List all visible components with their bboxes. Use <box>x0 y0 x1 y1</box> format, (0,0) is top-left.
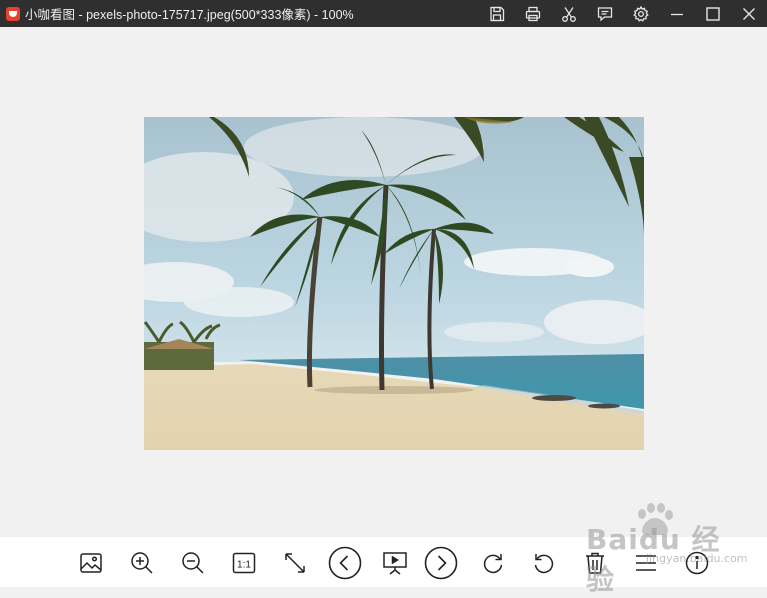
watermark-url: jingyan.baidu.com <box>646 552 748 565</box>
actual-size-button[interactable]: 1:1 <box>230 549 258 577</box>
zoom-out-button[interactable] <box>179 549 207 577</box>
rotate-left-button[interactable] <box>530 549 558 577</box>
beach-photo-image <box>144 117 644 450</box>
settings-button[interactable] <box>623 0 659 27</box>
minimize-icon <box>671 13 683 15</box>
minimize-button[interactable] <box>659 0 695 27</box>
picture-icon <box>80 553 102 573</box>
rotate-right-icon <box>483 554 503 574</box>
crop-button[interactable] <box>551 0 587 27</box>
fit-window-icon <box>285 553 305 573</box>
next-image-button[interactable] <box>424 546 458 580</box>
comment-button[interactable] <box>587 0 623 27</box>
title-actions <box>479 0 767 27</box>
beach-photo <box>144 117 644 450</box>
rotate-left-icon <box>534 554 554 574</box>
comment-icon <box>597 6 613 21</box>
title-bar: 小咖看图 - pexels-photo-175717.jpeg(500*333像… <box>0 0 767 27</box>
next-icon <box>424 546 458 580</box>
actual-size-label: 1:1 <box>237 560 251 571</box>
gear-icon <box>633 5 649 22</box>
actual-size-icon: 1:1 <box>232 552 256 574</box>
maximize-button[interactable] <box>695 0 731 27</box>
close-button[interactable] <box>731 0 767 27</box>
close-icon <box>743 7 755 20</box>
zoom-in-icon <box>131 552 153 574</box>
window-title: 小咖看图 - pexels-photo-175717.jpeg(500*333像… <box>25 8 354 22</box>
image-viewer[interactable] <box>0 27 767 537</box>
print-icon <box>525 6 541 21</box>
print-button[interactable] <box>515 0 551 27</box>
fit-window-button[interactable] <box>281 549 309 577</box>
slideshow-icon <box>383 552 407 575</box>
zoom-out-icon <box>182 552 204 574</box>
open-picture-button[interactable] <box>77 549 105 577</box>
baidu-watermark: Baidu 经验 jingyan.baidu.com <box>586 500 748 596</box>
zoom-in-button[interactable] <box>128 549 156 577</box>
slideshow-button[interactable] <box>381 549 409 577</box>
previous-image-button[interactable] <box>328 546 362 580</box>
maximize-icon <box>706 6 720 21</box>
app-logo-icon <box>6 6 20 21</box>
save-icon <box>490 6 505 21</box>
previous-icon <box>328 546 362 580</box>
rotate-right-button[interactable] <box>479 549 507 577</box>
scissors-icon <box>562 6 576 22</box>
save-button[interactable] <box>479 0 515 27</box>
